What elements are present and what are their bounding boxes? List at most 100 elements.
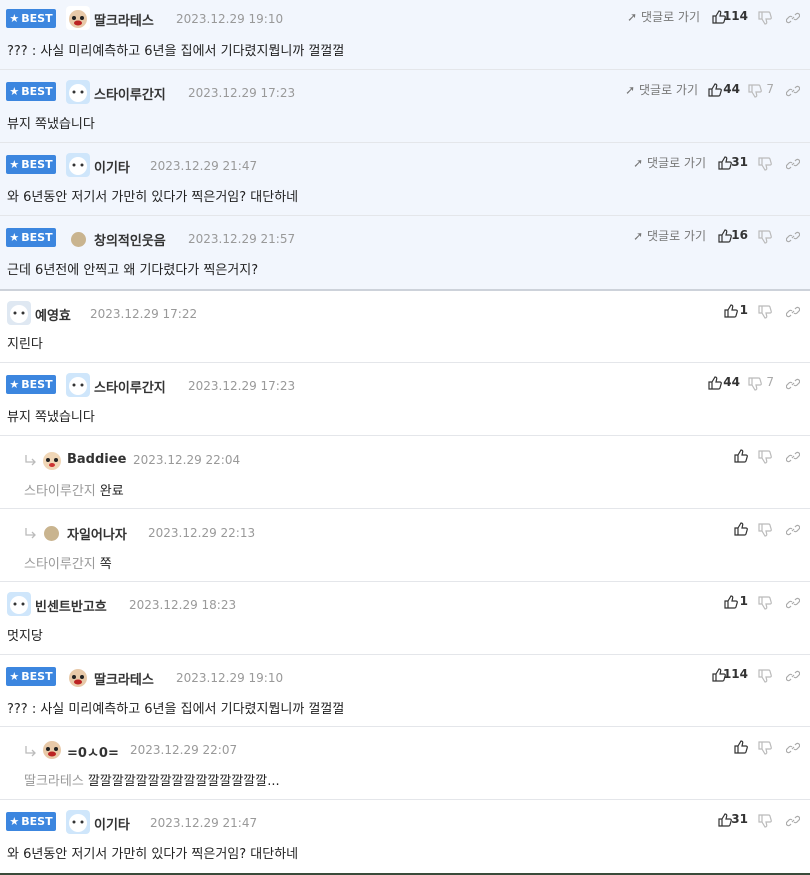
- thumbs-up-icon[interactable]: [708, 82, 722, 97]
- star-icon: ★: [9, 378, 20, 391]
- goto-comment-link[interactable]: ➚ 댓글로 가기: [627, 8, 700, 25]
- comment-author[interactable]: 스타이루간지: [94, 84, 166, 103]
- upvote-count: 44: [723, 82, 740, 96]
- link-icon[interactable]: [785, 449, 801, 463]
- reply-arrow-icon: [24, 452, 38, 466]
- comment-author[interactable]: 딸크라테스: [94, 669, 154, 688]
- link-icon[interactable]: [785, 522, 801, 536]
- reply-to-name[interactable]: 스타이루간지: [24, 557, 96, 572]
- link-icon[interactable]: [785, 156, 801, 170]
- link-icon[interactable]: [785, 229, 801, 243]
- reply-arrow-icon: [24, 525, 38, 539]
- goto-comment-link[interactable]: ➚ 댓글로 가기: [633, 227, 706, 244]
- thumbs-down-icon[interactable]: [758, 740, 772, 755]
- downvote-count: 7: [766, 82, 774, 96]
- comment: ★ BEST 스타이루간지 2023.12.29 17:23 44 7 뷰지 쪽냈…: [0, 363, 810, 436]
- comment-author[interactable]: 이기타: [94, 814, 130, 833]
- thumbs-down-icon[interactable]: [748, 83, 762, 98]
- comment-date: 2023.12.29 19:10: [176, 12, 284, 26]
- link-icon[interactable]: [785, 10, 801, 24]
- comment: 빈센트반고흐 2023.12.29 18:23 1 멋지당: [0, 582, 810, 655]
- comment-author[interactable]: 딸크라테스: [94, 10, 154, 29]
- goto-comment-link[interactable]: ➚ 댓글로 가기: [633, 154, 706, 171]
- avatar[interactable]: [66, 80, 90, 104]
- best-badge: ★ BEST: [6, 9, 56, 28]
- reply: =0ㅅ0= 2023.12.29 22:07 딸크라테스 깔깔깔깔깔깔깔깔깔깔깔깔…: [0, 727, 810, 800]
- comment-author[interactable]: 창의적인웃음: [94, 230, 166, 249]
- thumbs-down-icon[interactable]: [758, 449, 772, 464]
- link-icon[interactable]: [785, 668, 801, 682]
- comment-text: 뷰지 쪽냈습니다: [7, 117, 95, 132]
- star-icon: ★: [9, 670, 20, 683]
- comment-list: ★ BEST 딸크라테스 2023.12.29 19:10 ➚ 댓글로 가기 11…: [0, 0, 810, 875]
- arrow-icon: ➚: [627, 10, 638, 24]
- best-comment: ★ BEST 창의적인웃음 2023.12.29 21:57 ➚ 댓글로 가기 1…: [0, 216, 810, 289]
- thumbs-down-icon[interactable]: [758, 668, 772, 683]
- best-badge: ★ BEST: [6, 155, 56, 174]
- upvote-count: 1: [739, 594, 748, 608]
- comment-date: 2023.12.29 22:04: [133, 453, 241, 467]
- avatar[interactable]: [66, 153, 90, 177]
- thumbs-up-icon[interactable]: [718, 228, 732, 243]
- comment-text: ??? : 사실 미리예측하고 6년을 집에서 기다렸지뭡니까 껄껄껄: [7, 702, 345, 717]
- comment-author[interactable]: =0ㅅ0=: [67, 742, 119, 761]
- avatar[interactable]: [66, 6, 90, 30]
- thumbs-down-icon[interactable]: [758, 304, 772, 319]
- thumbs-up-icon[interactable]: [718, 812, 732, 827]
- thumbs-up-icon[interactable]: [724, 594, 738, 609]
- avatar[interactable]: [44, 526, 59, 541]
- thumbs-down-icon[interactable]: [758, 813, 772, 828]
- thumbs-down-icon[interactable]: [758, 156, 772, 171]
- comment-date: 2023.12.29 17:23: [188, 86, 296, 100]
- thumbs-down-icon[interactable]: [758, 595, 772, 610]
- star-icon: ★: [9, 815, 20, 828]
- link-icon[interactable]: [785, 595, 801, 609]
- comment-date: 2023.12.29 22:07: [130, 743, 238, 757]
- avatar[interactable]: [71, 232, 86, 247]
- reply-text: 스타이루간지 쪽: [24, 553, 112, 572]
- comment-date: 2023.12.29 17:23: [188, 379, 296, 393]
- comment-author[interactable]: 예영효: [35, 305, 71, 324]
- comment-author[interactable]: 빈센트반고흐: [35, 596, 107, 615]
- comment-author[interactable]: 자일어나자: [67, 524, 127, 543]
- thumbs-down-icon[interactable]: [758, 10, 772, 25]
- upvote-count: 44: [723, 375, 740, 389]
- avatar[interactable]: [40, 737, 64, 761]
- star-icon: ★: [9, 158, 20, 171]
- avatar[interactable]: [66, 665, 90, 689]
- comment-date: 2023.12.29 21:57: [188, 232, 296, 246]
- avatar[interactable]: [7, 301, 31, 325]
- reply-to-name[interactable]: 스타이루간지: [24, 484, 96, 499]
- comment-text: 지린다: [7, 337, 43, 352]
- reply: 자일어나자 2023.12.29 22:13 스타이루간지 쪽: [0, 509, 810, 582]
- goto-comment-link[interactable]: ➚ 댓글로 가기: [625, 81, 698, 98]
- reply-to-name[interactable]: 딸크라테스: [24, 774, 84, 789]
- thumbs-up-icon[interactable]: [734, 739, 748, 754]
- link-icon[interactable]: [785, 813, 801, 827]
- comment-author[interactable]: 이기타: [94, 157, 130, 176]
- comment-author[interactable]: Baddiee: [67, 452, 126, 467]
- link-icon[interactable]: [785, 304, 801, 318]
- link-icon[interactable]: [785, 740, 801, 754]
- avatar[interactable]: [7, 592, 31, 616]
- avatar[interactable]: [40, 448, 64, 472]
- thumbs-up-icon[interactable]: [734, 521, 748, 536]
- thumbs-down-icon[interactable]: [748, 376, 762, 391]
- comment-author[interactable]: 스타이루간지: [94, 377, 166, 396]
- thumbs-up-icon[interactable]: [718, 155, 732, 170]
- thumbs-up-icon[interactable]: [708, 375, 722, 390]
- reply-arrow-icon: [24, 743, 38, 757]
- upvote-count: 31: [731, 155, 748, 169]
- thumbs-down-icon[interactable]: [758, 229, 772, 244]
- avatar[interactable]: [66, 373, 90, 397]
- best-badge: ★ BEST: [6, 667, 56, 686]
- thumbs-up-icon[interactable]: [724, 303, 738, 318]
- thumbs-down-icon[interactable]: [758, 522, 772, 537]
- thumbs-up-icon[interactable]: [734, 448, 748, 463]
- link-icon[interactable]: [785, 376, 801, 390]
- best-comment: ★ BEST 딸크라테스 2023.12.29 19:10 ➚ 댓글로 가기 11…: [0, 0, 810, 70]
- arrow-icon: ➚: [633, 229, 644, 243]
- link-icon[interactable]: [785, 83, 801, 97]
- avatar[interactable]: [66, 810, 90, 834]
- comment-date: 2023.12.29 21:47: [150, 816, 258, 830]
